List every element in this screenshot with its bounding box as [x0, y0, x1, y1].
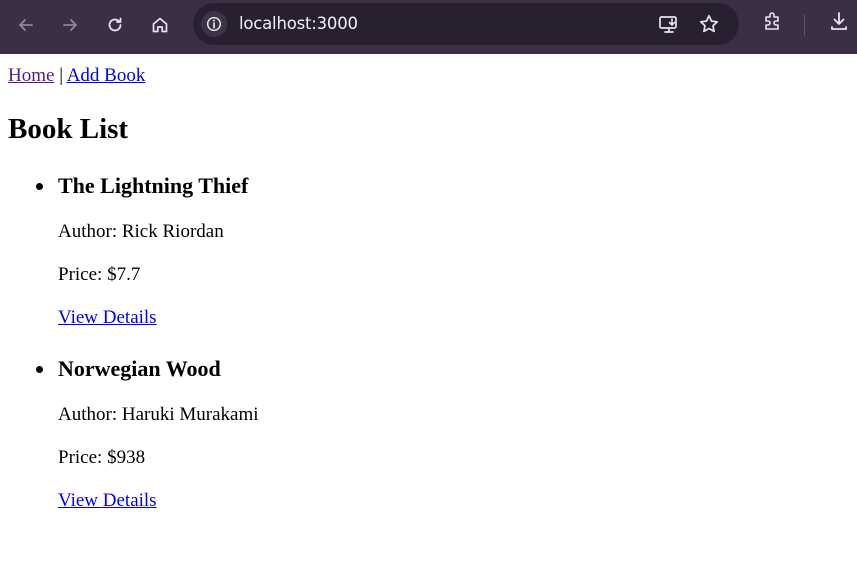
book-title: The Lightning Thief: [58, 173, 249, 198]
list-bullet: [36, 366, 43, 373]
home-icon[interactable]: [144, 9, 176, 41]
view-details-link[interactable]: View Details: [58, 490, 157, 512]
url-text[interactable]: localhost:3000: [239, 3, 358, 45]
list-bullet: [36, 183, 43, 190]
download-icon[interactable]: [827, 9, 851, 33]
book-title: Norwegian Wood: [58, 356, 221, 381]
home-link[interactable]: Home: [8, 65, 54, 86]
forward-icon[interactable]: [54, 9, 86, 41]
nav-separator: |: [59, 65, 63, 86]
view-details-link[interactable]: View Details: [58, 307, 157, 329]
extensions-icon[interactable]: [761, 9, 785, 33]
book-list-item: The Lightning Thief Author: Rick Riordan…: [36, 171, 249, 328]
toolbar-divider: [804, 14, 805, 36]
top-nav: Home | Add Book: [8, 65, 145, 87]
book-price: Price: $7.7: [58, 264, 141, 285]
book-price: Price: $938: [58, 447, 146, 468]
site-info-icon[interactable]: [201, 11, 227, 37]
page-title: Book List: [8, 113, 129, 145]
book-list-item: Norwegian Wood Author: Haruki Murakami P…: [36, 354, 259, 511]
browser-toolbar: localhost:3000: [0, 0, 857, 54]
back-icon[interactable]: [10, 9, 42, 41]
book-author: Author: Haruki Murakami: [58, 404, 259, 425]
install-app-icon[interactable]: [657, 12, 681, 36]
bookmark-star-icon[interactable]: [697, 12, 721, 36]
reload-icon[interactable]: [99, 9, 131, 41]
book-author: Author: Rick Riordan: [58, 221, 224, 242]
add-book-link[interactable]: Add Book: [67, 65, 146, 86]
page-content: Home | Add Book Book List The Lightning …: [0, 54, 857, 567]
address-bar[interactable]: localhost:3000: [193, 3, 739, 45]
